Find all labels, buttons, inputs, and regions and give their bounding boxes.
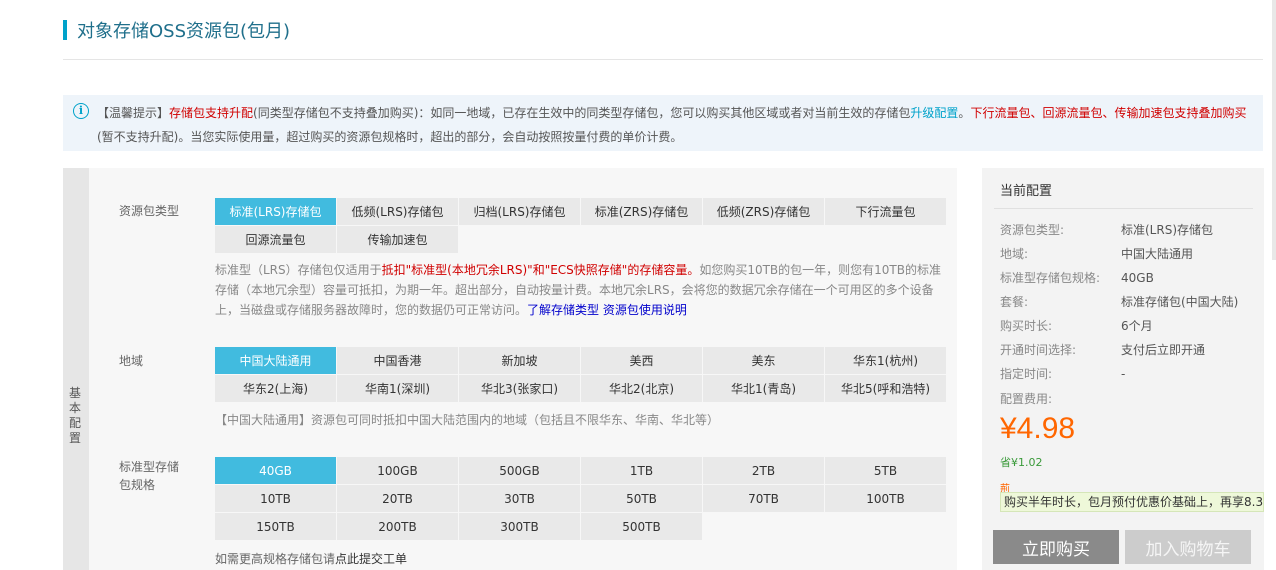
desc-red: 抵扣"标准型(本地冗余LRS)"和"ECS快照存储"的存储容量。 [381,263,700,277]
config-row-key: 指定时间: [1000,367,1053,381]
spec-option[interactable]: 300TB [459,513,580,540]
current-config-title: 当前配置 [1000,184,1053,199]
buy-now-button[interactable]: 立即购买 [993,530,1119,564]
package-type-option[interactable]: 低频(LRS)存储包 [337,198,458,225]
title-accent-bar [63,20,67,40]
price-value: ¥4.98 [1000,412,1076,445]
info-icon: i [73,103,89,119]
spec-footnote: 如需更高规格存储包请点此提交工单 [215,550,407,567]
spec-option[interactable]: 30TB [459,485,580,512]
package-type-label: 资源包类型 [119,204,180,218]
notice-red-2: 下行流量包、回源流量包、传输加速包支持叠加购买 [970,106,1247,120]
region-option[interactable]: 华东2(上海) [215,375,336,402]
config-row-value: 支付后立即开通 [1121,343,1206,357]
current-config-panel: 当前配置 资源包类型: 标准(LRS)存储包地域: 中国大陆通用标准型存储包规格: 4… [982,168,1264,570]
config-row-key: 资源包类型: [1000,223,1065,237]
config-row-value: - [1121,367,1126,381]
basic-config-section-label: 基本配置 [63,168,89,570]
region-option[interactable]: 华东1(杭州) [825,347,946,374]
notice-prefix: 【温馨提示】 [97,106,170,120]
upgrade-config-link[interactable]: 升级配置 [910,106,958,120]
notice-text-2: 。 [958,106,971,120]
package-type-option[interactable]: 标准(LRS)存储包 [215,198,336,225]
spec-label: 标准型存储包规格 [119,460,180,492]
basic-config-label: 基本配置 [69,386,82,445]
notice-text-1: (同类型存储包不支持叠加购买)：如同一地域，已存在生效中的同类型存储包，您可以购… [253,106,911,120]
package-type-option[interactable]: 下行流量包 [825,198,946,225]
package-type-option[interactable]: 标准(ZRS)存储包 [581,198,702,225]
region-option[interactable]: 华北5(呼和浩特) [825,375,946,402]
region-label: 地域 [119,354,144,368]
config-row-key: 标准型存储包规格: [1000,271,1101,285]
current-config-divider [994,208,1253,209]
region-option[interactable]: 中国香港 [337,347,458,374]
page-title: 对象存储OSS资源包(包月) [77,21,291,42]
spec-option[interactable]: 2TB [703,457,824,484]
region-option[interactable]: 华南1(深圳) [337,375,458,402]
spec-option[interactable]: 150TB [215,513,336,540]
storage-type-help-link[interactable]: 了解存储类型 资源包使用说明 [527,303,687,317]
config-row-value: 6个月 [1121,319,1153,333]
config-row-key: 套餐: [1000,295,1029,309]
spec-option[interactable]: 70TB [703,485,824,512]
region-option[interactable]: 华北1(青岛) [703,375,824,402]
add-to-cart-button[interactable]: 加入购物车 [1125,530,1251,564]
config-row-value: 标准(LRS)存储包 [1121,223,1214,237]
notice-text-3: (暂不支持升配)。当您实际使用量，超过购买的资源包规格时，超出的部分，会自动按照… [97,130,683,144]
spec-option[interactable]: 500TB [581,513,702,540]
package-type-option[interactable]: 回源流量包 [215,226,336,253]
region-option[interactable]: 华北3(张家口) [459,375,580,402]
spec-option[interactable]: 5TB [825,457,946,484]
spec-option[interactable]: 20TB [337,485,458,512]
notice-red-1: 存储包支持升配 [169,106,254,120]
page-header: 对象存储OSS资源包(包月) [63,18,290,42]
region-option[interactable]: 新加坡 [459,347,580,374]
config-row-key: 地域: [1000,247,1029,261]
region-option[interactable]: 美东 [703,347,824,374]
spec-option[interactable]: 100TB [825,485,946,512]
spec-options: 40GB 100GB 500GB 1TB 2TB 5TB 10TB 20TB 30TB 50TB 7… [215,457,947,540]
region-option[interactable]: 美西 [581,347,702,374]
spec-option[interactable]: 40GB [215,457,336,484]
page-scrollbar[interactable] [1272,0,1276,260]
spec-option[interactable]: 10TB [215,485,336,512]
package-type-options: 标准(LRS)存储包 低频(LRS)存储包 归档(LRS)存储包 标准(ZRS)存储包… [215,198,947,253]
package-type-option[interactable]: 传输加速包 [337,226,458,253]
region-options: 中国大陆通用 中国香港 新加坡 美西 美东 华东1(杭州) 华东2(上海) 华南1(深圳) 华北… [215,347,947,402]
region-option[interactable]: 华北2(北京) [581,375,702,402]
title-divider [63,59,1263,60]
spec-option[interactable]: 500GB [459,457,580,484]
fee-label: 配置费用: [1000,392,1053,406]
savings-text: 省¥1.02 [1000,456,1043,469]
region-option[interactable]: 中国大陆通用 [215,347,336,374]
desc-text-1: 标准型（LRS）存储包仅适用于 [215,263,382,277]
discount-tip: 购买半年时长，包月预付优惠价基础上，再享8.3折优惠 [1000,492,1264,512]
config-row-key: 开通时间选择: [1000,343,1077,357]
spec-option[interactable]: 1TB [581,457,702,484]
spec-option[interactable]: 100GB [337,457,458,484]
spec-option[interactable]: 200TB [337,513,458,540]
submit-ticket-link[interactable]: 点此提交工单 [335,552,407,566]
notice-banner: i 【温馨提示】存储包支持升配(同类型存储包不支持叠加购买)：如同一地域，已存在… [63,95,1263,151]
config-row-value: 40GB [1121,271,1154,285]
region-description: 【中国大陆通用】资源包可同时抵扣中国大陆范围内的地域（包括且不限华东、华南、华北… [215,413,720,427]
config-row-key: 购买时长: [1000,319,1053,333]
config-row-value: 标准存储包(中国大陆) [1121,295,1239,309]
config-row-value: 中国大陆通用 [1121,247,1194,261]
spec-footnote-text: 如需更高规格存储包请 [215,552,336,566]
spec-option[interactable]: 50TB [581,485,702,512]
package-type-description: 标准型（LRS）存储包仅适用于抵扣"标准型(本地冗余LRS)"和"ECS快照存储… [215,260,950,320]
package-type-option[interactable]: 归档(LRS)存储包 [459,198,580,225]
package-type-option[interactable]: 低频(ZRS)存储包 [703,198,824,225]
